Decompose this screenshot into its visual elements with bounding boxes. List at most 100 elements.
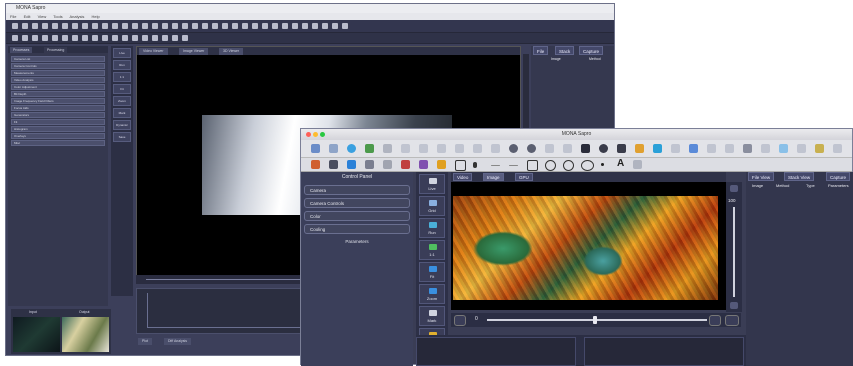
camera-icon[interactable] [347,144,356,153]
side-button[interactable]: Save [113,132,131,142]
tool-icon[interactable] [761,144,770,153]
tool-icon[interactable] [779,144,788,153]
slider-track[interactable] [487,319,707,321]
panel-item[interactable]: Misc [11,140,105,146]
folder-icon[interactable] [311,144,320,153]
panel-item[interactable]: Overlays [11,133,105,139]
expand-icon[interactable] [725,315,739,326]
tool-icon[interactable] [112,35,118,41]
zoom-in-icon[interactable] [509,144,518,153]
menu-edit[interactable]: Edit [24,14,31,19]
panel-item[interactable]: Generators [11,112,105,118]
menu-view[interactable]: View [38,14,47,19]
tab-video-viewer[interactable]: Video Viewer [139,48,168,55]
panel-item[interactable]: Color Adjustment [11,84,105,90]
tool-icon[interactable] [102,35,108,41]
panel-item[interactable]: Histogram [11,126,105,132]
tool-icon[interactable] [252,23,258,29]
info-icon[interactable] [347,160,356,169]
eyedropper-icon[interactable] [491,144,500,153]
thermal-image[interactable] [453,196,718,300]
crop-icon[interactable] [581,144,590,153]
tool-icon[interactable] [32,35,38,41]
tool-icon[interactable] [272,23,278,29]
section-camera-controls[interactable]: Camera Controls [304,198,410,208]
palette-icon[interactable] [311,160,320,169]
loop-icon[interactable] [709,315,721,326]
panel-item[interactable]: Focus Aids [11,105,105,111]
square-icon[interactable] [527,160,538,171]
tab-image-viewer[interactable]: Image Viewer [179,48,209,55]
tool-icon[interactable] [222,23,228,29]
image-icon[interactable] [635,144,644,153]
section-color[interactable]: Color [304,211,410,221]
text-tool-icon[interactable]: A [617,158,624,169]
zoom-window-button[interactable] [320,132,325,137]
tab-3d-viewer[interactable]: 3D Viewer [219,48,244,55]
tab-image[interactable]: Image [483,173,504,181]
tool-icon[interactable] [332,23,338,29]
play-icon[interactable] [653,144,662,153]
tool-icon[interactable] [182,35,188,41]
grid-icon[interactable] [365,160,374,169]
fit-button[interactable]: Fit [419,262,445,282]
tool-icon[interactable] [82,23,88,29]
tab-gpu[interactable]: GPU [515,173,533,181]
section-camera[interactable]: Camera [304,185,410,195]
tool-icon[interactable] [142,35,148,41]
tab-stack-view[interactable]: Stack View [784,172,815,181]
oval-icon[interactable] [581,160,594,171]
one-to-one-button[interactable]: 1:1 [419,240,445,260]
side-button[interactable]: Zoom [113,96,131,106]
input-thumbnail[interactable] [13,317,60,352]
circle-icon[interactable] [545,160,556,171]
zoom-button[interactable]: Zoom [419,284,445,304]
dot-icon[interactable] [601,163,604,166]
menu-file[interactable]: File [10,14,16,19]
save-icon[interactable] [329,144,338,153]
tool-icon[interactable] [282,23,288,29]
tool-icon[interactable] [202,23,208,29]
zoom-slider-track[interactable] [733,207,735,297]
output-thumbnail[interactable] [62,317,109,352]
tool-icon[interactable] [833,144,842,153]
tool-icon[interactable] [132,23,138,29]
tool-icon[interactable] [342,23,348,29]
tool-icon[interactable] [815,144,824,153]
section-cooling[interactable]: Cooling [304,224,410,234]
tool-icon[interactable] [112,23,118,29]
tab-diff-analysis[interactable]: Diff Analysis [164,338,191,345]
tool-icon[interactable] [72,35,78,41]
rectangle-icon[interactable] [455,160,466,171]
close-window-button[interactable] [306,132,311,137]
tool-icon[interactable] [152,35,158,41]
stop-icon[interactable] [617,144,626,153]
brush-icon[interactable] [437,144,446,153]
tool-icon[interactable] [563,144,572,153]
light-icon[interactable] [437,160,446,169]
zoom-fit-icon[interactable] [730,302,738,309]
tool-icon[interactable] [383,160,392,169]
tool-icon[interactable] [671,144,680,153]
pointer-icon[interactable] [401,144,410,153]
side-button[interactable]: 1:1 [113,72,131,82]
tool-icon[interactable] [545,144,554,153]
tool-icon[interactable] [797,144,806,153]
wand-icon[interactable] [419,144,428,153]
tool-icon[interactable] [312,23,318,29]
tool-icon[interactable] [142,23,148,29]
tool-icon[interactable] [172,35,178,41]
tool-icon[interactable] [725,144,734,153]
panel-item[interactable]: Bit Depth [11,91,105,97]
tool-icon[interactable] [12,35,18,41]
panel-item[interactable]: Camera Controls [11,63,105,69]
mark-button[interactable]: Mark [419,306,445,326]
grid-button[interactable]: Grid [419,196,445,216]
tab-plot[interactable]: Plot [138,338,153,345]
tab-capture[interactable]: Capture [579,46,604,55]
panel-item[interactable]: Camera List [11,56,105,62]
tool-icon[interactable] [102,23,108,29]
tab-stack[interactable]: Stack [555,46,575,55]
tool-icon[interactable] [22,35,28,41]
stamp-icon[interactable] [401,160,410,169]
